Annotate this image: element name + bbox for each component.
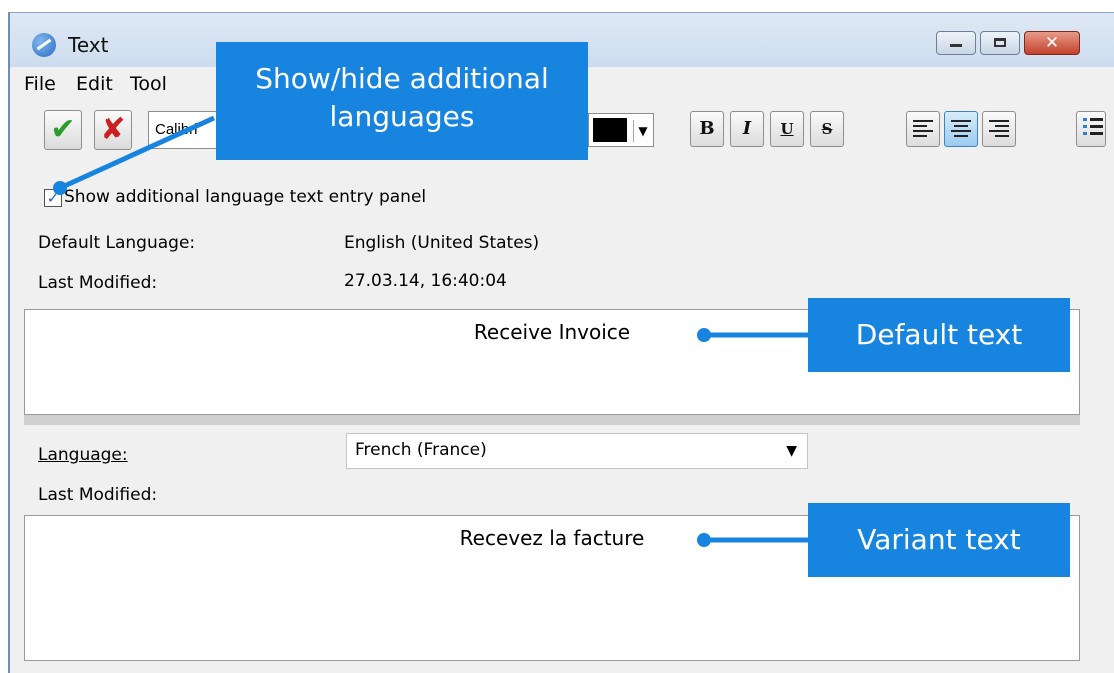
connector-line-show-hide — [58, 115, 216, 191]
callout-show-hide-line1: Show/hide additional — [255, 62, 549, 95]
callout-show-hide-languages: Show/hide additional languages — [216, 42, 588, 160]
connector-dot-show-hide — [53, 181, 67, 195]
connector-dot-default — [697, 328, 711, 342]
callout-variant-text: Variant text — [808, 503, 1070, 577]
connector-dot-variant — [697, 533, 711, 547]
callout-default-text: Default text — [808, 298, 1070, 372]
callout-show-hide-line2: languages — [329, 100, 475, 133]
